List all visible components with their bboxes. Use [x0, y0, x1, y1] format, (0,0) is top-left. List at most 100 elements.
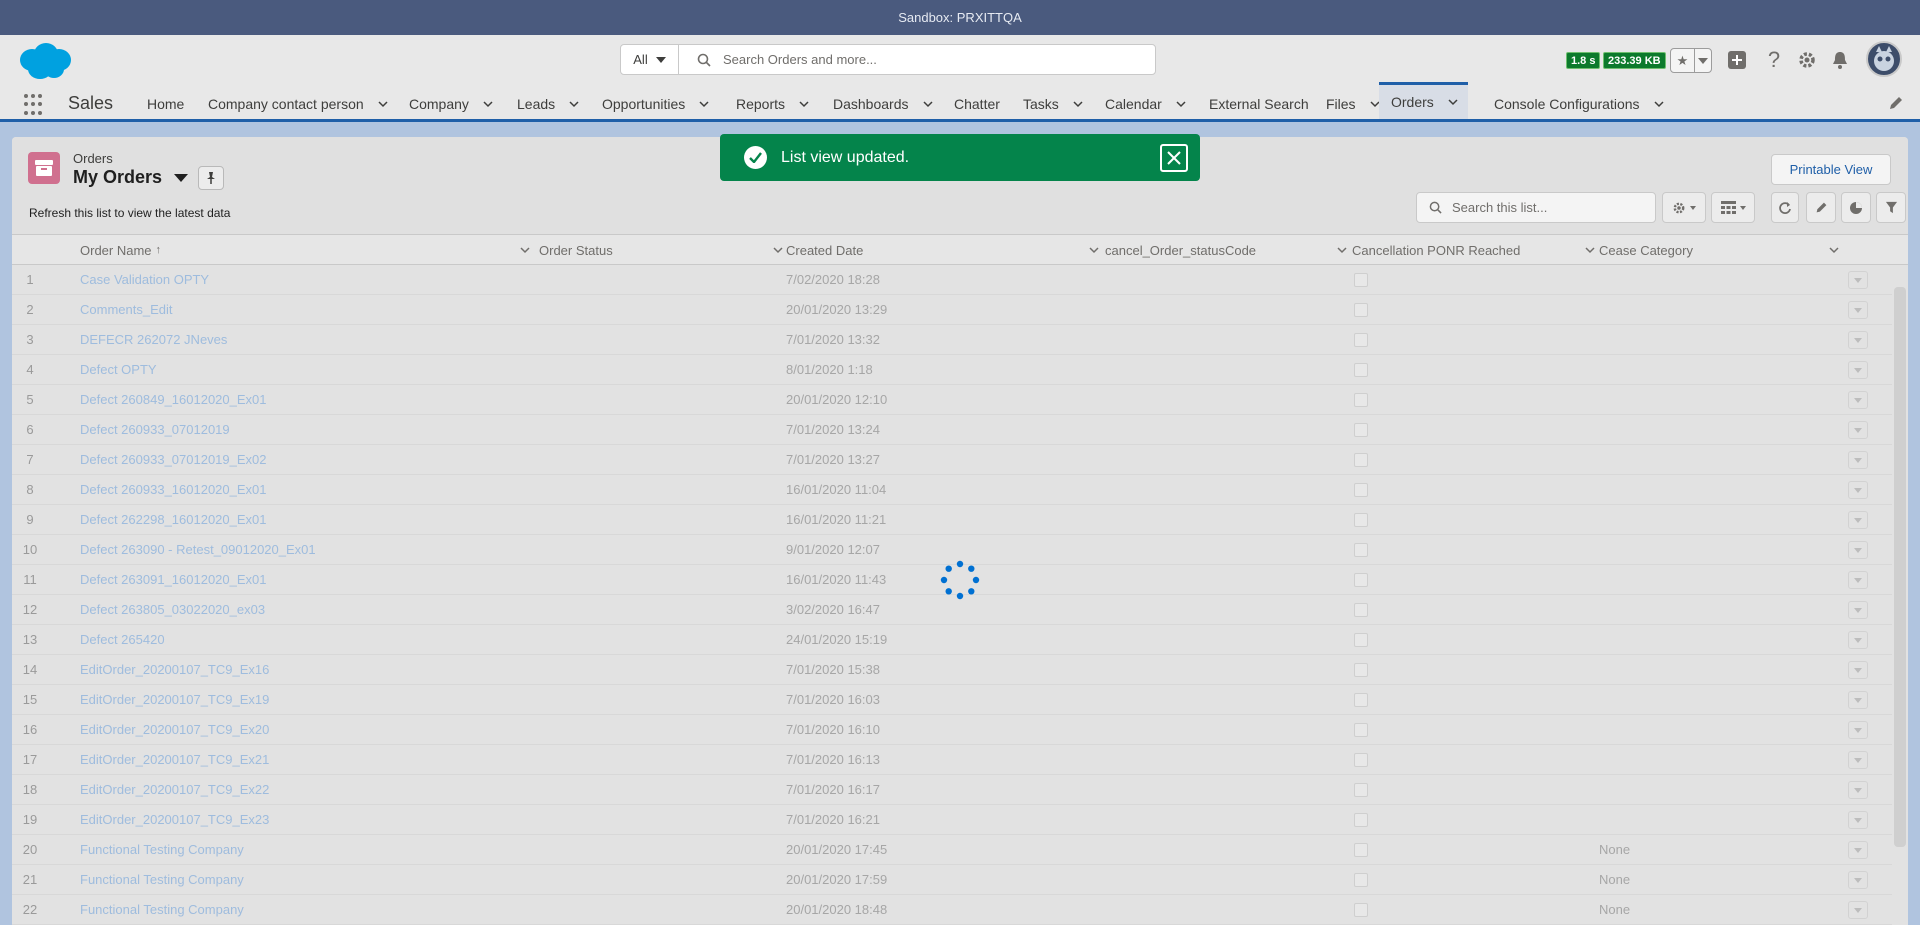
- list-search-input[interactable]: Search this list...: [1416, 192, 1656, 223]
- row-actions-button[interactable]: [1848, 811, 1868, 829]
- nav-item-tasks[interactable]: Tasks: [1023, 85, 1083, 122]
- row-actions-button[interactable]: [1848, 661, 1868, 679]
- chevron-down-icon[interactable]: [699, 99, 709, 109]
- order-name-link[interactable]: Defect 262298_16012020_Ex01: [80, 505, 267, 535]
- row-actions-button[interactable]: [1848, 451, 1868, 469]
- chevron-down-icon[interactable]: [1337, 245, 1347, 255]
- row-actions-button[interactable]: [1848, 841, 1868, 859]
- app-launcher-icon[interactable]: [24, 94, 46, 116]
- column-header-created-date[interactable]: Created Date: [786, 235, 1099, 265]
- column-header-cancel-order-status-code[interactable]: cancel_Order_statusCode: [1105, 235, 1347, 265]
- order-name-link[interactable]: Case Validation OPTY: [80, 265, 209, 295]
- printable-view-button[interactable]: Printable View: [1771, 154, 1891, 185]
- row-actions-button[interactable]: [1848, 751, 1868, 769]
- chevron-down-icon[interactable]: [1176, 99, 1186, 109]
- row-actions-button[interactable]: [1848, 631, 1868, 649]
- row-actions-button[interactable]: [1848, 391, 1868, 409]
- table-row[interactable]: 1 Case Validation OPTY 7/02/2020 18:28: [12, 265, 1892, 295]
- scrollbar[interactable]: [1894, 287, 1906, 847]
- gear-icon[interactable]: [1795, 48, 1819, 72]
- order-name-link[interactable]: Defect 263090 - Retest_09012020_Ex01: [80, 535, 316, 565]
- order-name-link[interactable]: EditOrder_20200107_TC9_Ex21: [80, 745, 269, 775]
- favorites-menu-button[interactable]: [1695, 49, 1711, 72]
- table-row[interactable]: 9 Defect 262298_16012020_Ex01 16/01/2020 1…: [12, 505, 1892, 535]
- nav-item-home[interactable]: Home: [147, 85, 184, 122]
- table-row[interactable]: 18 EditOrder_20200107_TC9_Ex22 7/01/2020 1…: [12, 775, 1892, 805]
- row-actions-button[interactable]: [1848, 481, 1868, 499]
- row-actions-button[interactable]: [1848, 271, 1868, 289]
- table-row[interactable]: 3 DEFECR 262072 JNeves 7/01/2020 13:32: [12, 325, 1892, 355]
- table-row[interactable]: 19 EditOrder_20200107_TC9_Ex23 7/01/2020 1…: [12, 805, 1892, 835]
- order-name-link[interactable]: Defect 263805_03022020_ex03: [80, 595, 265, 625]
- chevron-down-icon[interactable]: [569, 99, 579, 109]
- table-row[interactable]: 17 EditOrder_20200107_TC9_Ex21 7/01/2020 1…: [12, 745, 1892, 775]
- order-name-link[interactable]: Defect 260933_07012019_Ex02: [80, 445, 267, 475]
- column-header-cease-category[interactable]: Cease Category: [1599, 235, 1839, 265]
- row-actions-button[interactable]: [1848, 331, 1868, 349]
- table-row[interactable]: 15 EditOrder_20200107_TC9_Ex19 7/01/2020 1…: [12, 685, 1892, 715]
- chevron-down-icon[interactable]: [1448, 97, 1458, 107]
- table-row[interactable]: 22 Functional Testing Company 20/01/2020 1…: [12, 895, 1892, 925]
- row-actions-button[interactable]: [1848, 721, 1868, 739]
- charts-button[interactable]: [1841, 192, 1871, 223]
- chevron-down-icon[interactable]: [773, 245, 783, 255]
- chevron-down-icon[interactable]: [378, 99, 388, 109]
- nav-item-orders[interactable]: Orders: [1379, 82, 1468, 119]
- row-actions-button[interactable]: [1848, 511, 1868, 529]
- row-actions-button[interactable]: [1848, 361, 1868, 379]
- refresh-button[interactable]: [1771, 192, 1799, 223]
- order-name-link[interactable]: EditOrder_20200107_TC9_Ex16: [80, 655, 269, 685]
- order-name-link[interactable]: Defect 265420: [80, 625, 165, 655]
- nav-item-company-contact-person[interactable]: Company contact person: [208, 85, 388, 122]
- table-row[interactable]: 6 Defect 260933_07012019 7/01/2020 13:24: [12, 415, 1892, 445]
- order-name-link[interactable]: EditOrder_20200107_TC9_Ex23: [80, 805, 269, 835]
- nav-item-files[interactable]: Files: [1326, 85, 1380, 122]
- nav-item-chatter[interactable]: Chatter: [954, 85, 1000, 122]
- table-row[interactable]: 20 Functional Testing Company 20/01/2020 1…: [12, 835, 1892, 865]
- table-row[interactable]: 4 Defect OPTY 8/01/2020 1:18: [12, 355, 1892, 385]
- order-name-link[interactable]: EditOrder_20200107_TC9_Ex22: [80, 775, 269, 805]
- nav-item-dashboards[interactable]: Dashboards: [833, 85, 933, 122]
- plus-icon[interactable]: [1725, 48, 1749, 72]
- row-actions-button[interactable]: [1848, 601, 1868, 619]
- nav-item-opportunities[interactable]: Opportunities: [602, 85, 709, 122]
- nav-item-reports[interactable]: Reports: [736, 85, 809, 122]
- chevron-down-icon[interactable]: [1829, 245, 1839, 255]
- edit-list-button[interactable]: [1806, 192, 1836, 223]
- close-icon[interactable]: [1160, 144, 1188, 172]
- bell-icon[interactable]: [1828, 48, 1852, 72]
- row-actions-button[interactable]: [1848, 781, 1868, 799]
- search-input[interactable]: Search Orders and more...: [679, 45, 1155, 74]
- column-header-order-status[interactable]: Order Status: [539, 235, 783, 265]
- display-as-button[interactable]: [1711, 192, 1755, 223]
- table-row[interactable]: 21 Functional Testing Company 20/01/2020 1…: [12, 865, 1892, 895]
- table-row[interactable]: 8 Defect 260933_16012020_Ex01 16/01/2020 1…: [12, 475, 1892, 505]
- chevron-down-icon[interactable]: [799, 99, 809, 109]
- row-actions-button[interactable]: [1848, 691, 1868, 709]
- order-name-link[interactable]: DEFECR 262072 JNeves: [80, 325, 227, 355]
- table-row[interactable]: 2 Comments_Edit 20/01/2020 13:29: [12, 295, 1892, 325]
- order-name-link[interactable]: Defect 260933_07012019: [80, 415, 230, 445]
- row-actions-button[interactable]: [1848, 871, 1868, 889]
- pencil-icon[interactable]: [1888, 95, 1904, 111]
- filter-button[interactable]: [1876, 192, 1906, 223]
- nav-item-external-search[interactable]: External Search: [1209, 85, 1309, 122]
- chevron-down-icon[interactable]: [1073, 99, 1083, 109]
- order-name-link[interactable]: Defect OPTY: [80, 355, 157, 385]
- help-icon[interactable]: ?: [1762, 47, 1786, 72]
- table-row[interactable]: 13 Defect 265420 24/01/2020 15:19: [12, 625, 1892, 655]
- chevron-down-icon[interactable]: [483, 99, 493, 109]
- order-name-link[interactable]: Functional Testing Company: [80, 835, 244, 865]
- order-name-link[interactable]: Defect 260933_16012020_Ex01: [80, 475, 267, 505]
- table-row[interactable]: 14 EditOrder_20200107_TC9_Ex16 7/01/2020 1…: [12, 655, 1892, 685]
- chevron-down-icon[interactable]: [520, 245, 530, 255]
- nav-item-company[interactable]: Company: [409, 85, 493, 122]
- table-row[interactable]: 7 Defect 260933_07012019_Ex02 7/01/2020 13…: [12, 445, 1892, 475]
- chevron-down-icon[interactable]: [1089, 245, 1099, 255]
- row-actions-button[interactable]: [1848, 541, 1868, 559]
- column-header-order-name[interactable]: Order Name ↑: [80, 235, 530, 265]
- order-name-link[interactable]: Defect 263091_16012020_Ex01: [80, 565, 267, 595]
- table-row[interactable]: 5 Defect 260849_16012020_Ex01 20/01/2020 1…: [12, 385, 1892, 415]
- nav-item-calendar[interactable]: Calendar: [1105, 85, 1186, 122]
- table-row[interactable]: 16 EditOrder_20200107_TC9_Ex20 7/01/2020 1…: [12, 715, 1892, 745]
